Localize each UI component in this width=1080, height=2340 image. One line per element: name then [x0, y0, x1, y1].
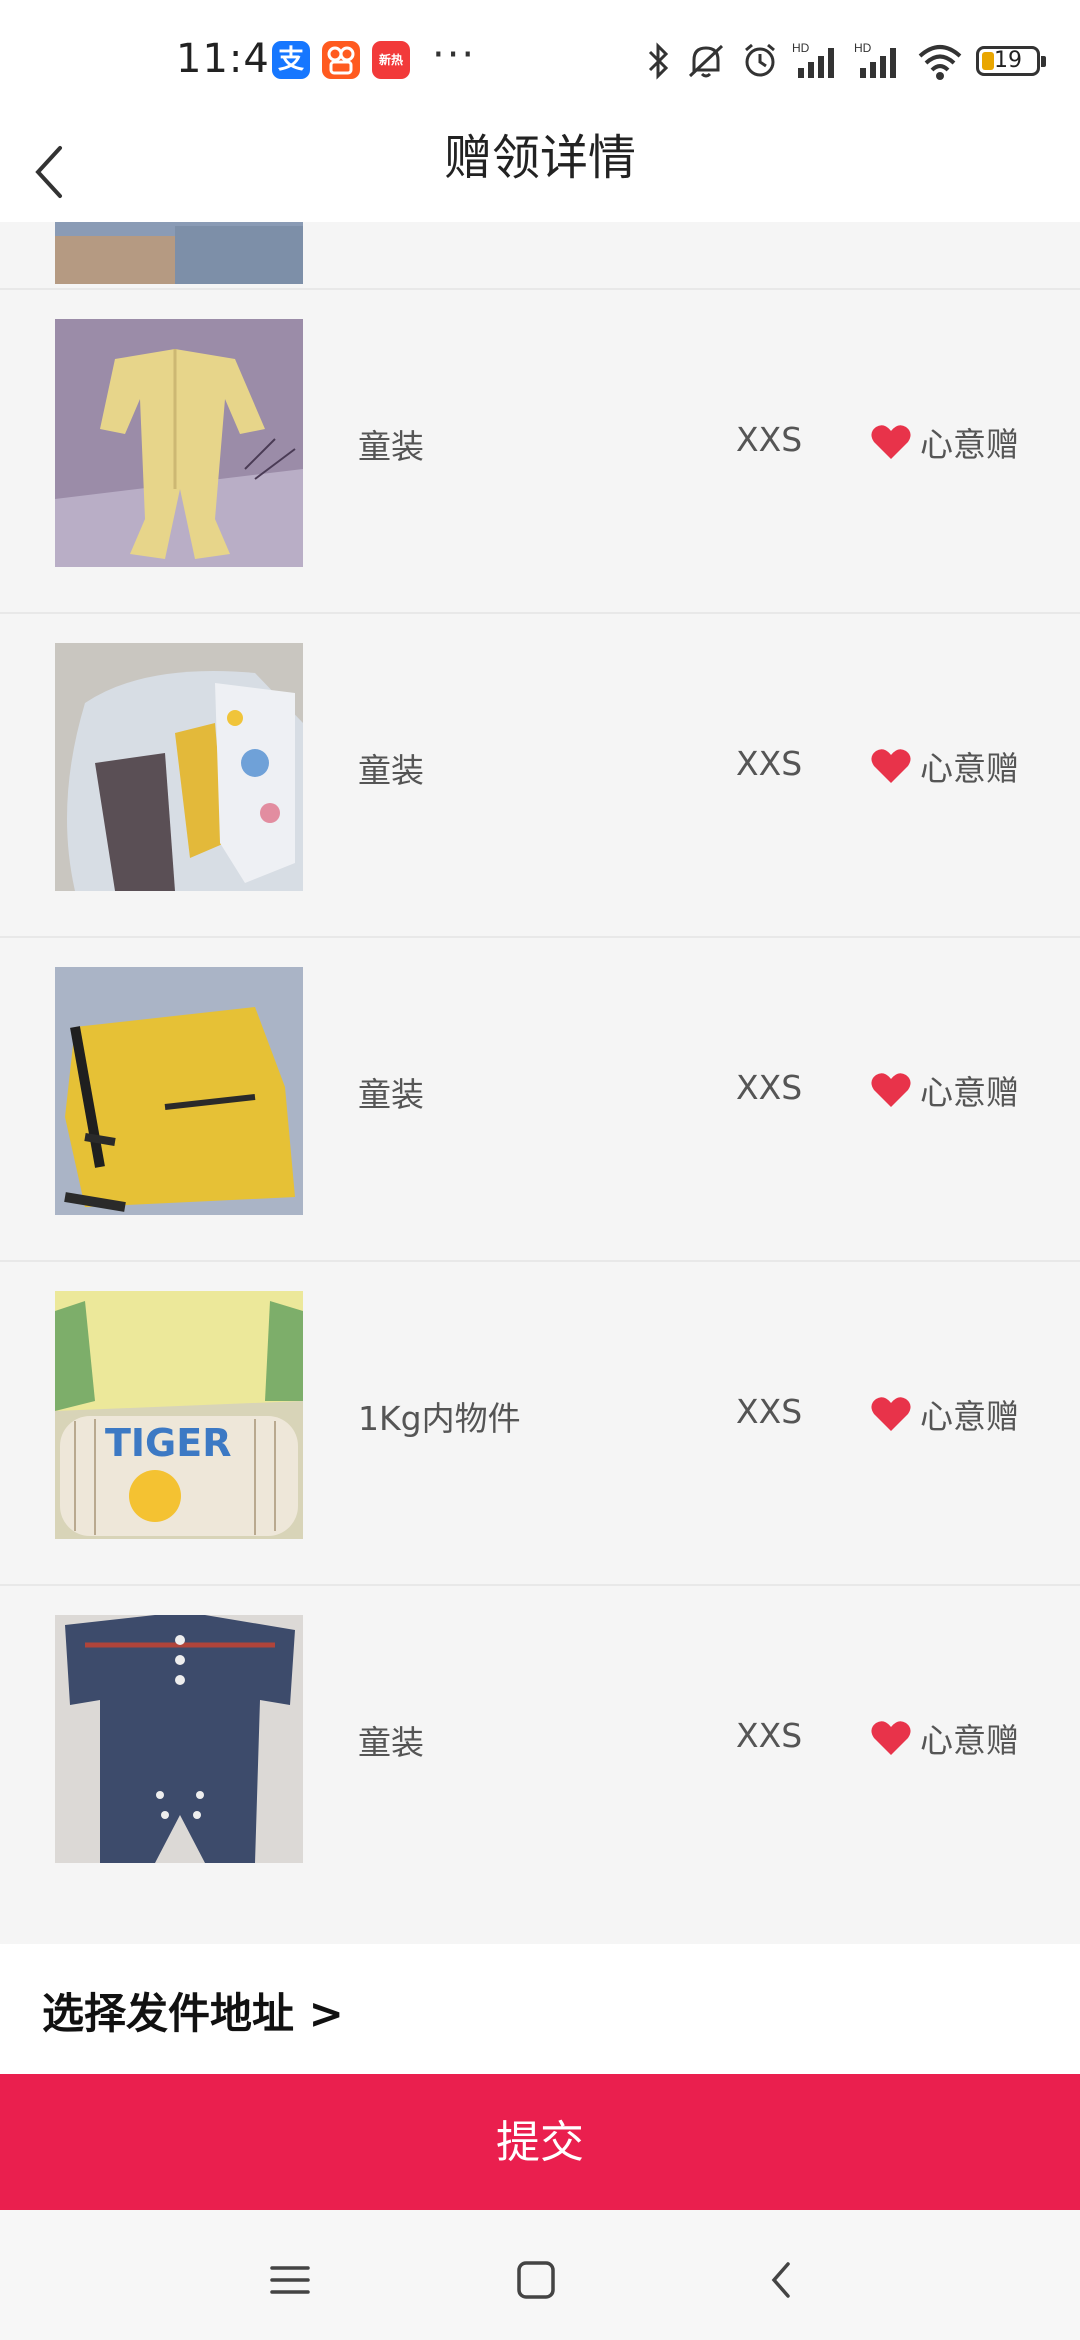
list-item[interactable]: 童装 XXS 心意赠 [0, 936, 1080, 1260]
submit-button[interactable]: 提交 [0, 2074, 1080, 2210]
address-section: 选择发件地址 > [0, 1944, 1080, 2074]
battery-icon: 19 [976, 46, 1046, 76]
bluetooth-icon [648, 42, 669, 80]
alarm-icon [745, 43, 775, 77]
gift-type-tag: 心意赠 [870, 1066, 1019, 1114]
home-icon[interactable] [506, 2250, 566, 2310]
gift-type-tag: 心意赠 [870, 1714, 1019, 1762]
gift-type-label: 心意赠 [920, 1073, 1019, 1112]
item-size: XXS [736, 1392, 803, 1431]
back-icon[interactable] [752, 2250, 812, 2310]
item-size: XXS [736, 1068, 803, 1107]
kuaishou-app-icon [322, 41, 360, 79]
item-photo [55, 967, 303, 1215]
gift-type-label: 心意赠 [920, 1397, 1019, 1436]
gift-type-tag: 心意赠 [870, 742, 1019, 790]
item-photo [55, 1615, 303, 1863]
item-photo: TIGER [55, 1291, 303, 1539]
mute-icon [688, 44, 724, 78]
battery-level: 19 [994, 48, 1022, 73]
status-icons: HD HD 19 [646, 36, 1046, 86]
wifi-icon [918, 45, 962, 80]
heart-icon [871, 1721, 911, 1755]
list-item[interactable]: 童装 XXS 心意赠 [0, 612, 1080, 936]
heart-icon [871, 1073, 911, 1107]
signal-icon-2: HD [854, 41, 896, 78]
gift-type-tag: 心意赠 [870, 1390, 1019, 1438]
svg-text:HD: HD [792, 41, 810, 55]
heart-icon [871, 749, 911, 783]
more-notifications-icon: ··· [432, 32, 477, 78]
gift-type-label: 心意赠 [920, 1721, 1019, 1760]
item-photo [55, 319, 303, 567]
list-item[interactable]: 童装 XXS 心意赠 [0, 1584, 1080, 1908]
item-category: 童装 [358, 427, 424, 466]
item-category: 1Kg内物件 [358, 1399, 521, 1438]
gift-type-label: 心意赠 [920, 749, 1019, 788]
gift-type-tag: 心意赠 [870, 418, 1019, 466]
item-category: 童装 [358, 1723, 424, 1762]
list-item[interactable]: TIGER 1Kg内物件 XXS 心意赠 [0, 1260, 1080, 1584]
news-app-icon: 新热 [372, 41, 410, 79]
signal-icon-1: HD [792, 41, 834, 78]
item-size: XXS [736, 1716, 803, 1755]
donation-item-list: 童装 XXS 心意赠 童装 XXS 心意赠 童装 XXS 心意赠 TIGER 1… [0, 222, 1080, 1908]
item-size: XXS [736, 744, 803, 783]
heart-icon [871, 1397, 911, 1431]
item-size: XXS [736, 420, 803, 459]
system-navigation-bar [0, 2210, 1080, 2340]
page-header: 赠领详情 [0, 120, 1080, 222]
menu-icon[interactable] [260, 2250, 320, 2310]
item-photo [55, 643, 303, 891]
item-category: 童装 [358, 1075, 424, 1114]
gift-type-label: 心意赠 [920, 425, 1019, 464]
status-bar: 11:49 支 新热 ··· HD HD 19 [0, 0, 1080, 120]
item-category: 童装 [358, 751, 424, 790]
list-item-partial [0, 222, 1080, 288]
svg-text:HD: HD [854, 41, 872, 55]
alipay-app-icon: 支 [272, 41, 310, 79]
svg-text:TIGER: TIGER [105, 1421, 231, 1465]
heart-icon [871, 425, 911, 459]
item-photo [55, 222, 303, 284]
list-item[interactable]: 童装 XXS 心意赠 [0, 288, 1080, 612]
select-sender-address-link[interactable]: 选择发件地址 > [42, 1980, 344, 2041]
page-title: 赠领详情 [443, 130, 636, 186]
